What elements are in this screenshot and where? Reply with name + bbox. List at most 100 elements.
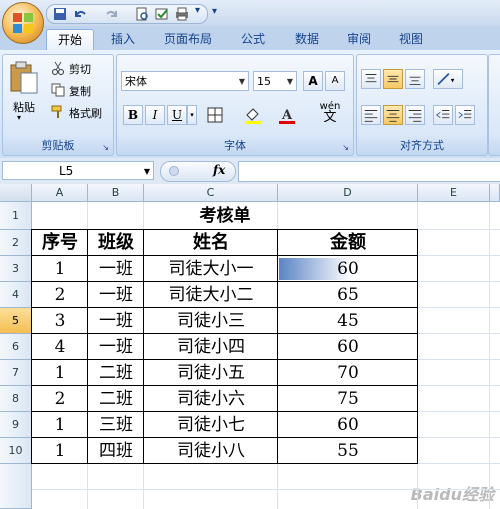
cell-cls[interactable]: 四班	[88, 438, 144, 464]
row-header-2[interactable]: 2	[0, 230, 32, 256]
cell-cls[interactable]: 三班	[88, 412, 144, 438]
italic-button[interactable]: I	[145, 105, 165, 125]
cell-no[interactable]: 1	[32, 360, 88, 386]
cell-name[interactable]: 司徒大小一	[144, 256, 278, 282]
font-color-icon[interactable]: A	[277, 105, 297, 125]
borders-icon[interactable]	[205, 105, 225, 125]
fill-color-icon[interactable]	[243, 105, 263, 125]
row-header-8[interactable]: 8	[0, 386, 32, 412]
cell-name[interactable]: 司徒小八	[144, 438, 278, 464]
row-header-4[interactable]: 4	[0, 282, 32, 308]
cell-amount[interactable]: 60	[278, 256, 418, 282]
orientation-icon[interactable]: ▾	[433, 69, 463, 89]
dialog-launcher-icon[interactable]: ↘	[102, 143, 109, 152]
cell-amount[interactable]: 55	[278, 438, 418, 464]
cut-button[interactable]: 剪切	[69, 61, 91, 77]
qat-customize-dropdown[interactable]: ▾	[195, 5, 200, 16]
office-button[interactable]	[2, 2, 44, 44]
grow-font-button[interactable]: A	[303, 71, 323, 91]
cut-icon[interactable]	[51, 61, 65, 75]
dialog-launcher-icon[interactable]: ↘	[342, 143, 349, 152]
cell-no[interactable]: 1	[32, 412, 88, 438]
cancel-formula-icon[interactable]	[169, 166, 179, 176]
cell-name[interactable]: 司徒小三	[144, 308, 278, 334]
column-header-d[interactable]: D	[278, 184, 418, 202]
copy-icon[interactable]	[51, 83, 65, 97]
cell-no[interactable]: 2	[32, 386, 88, 412]
cell-amount[interactable]: 60	[278, 412, 418, 438]
align-left-icon[interactable]	[361, 105, 381, 125]
name-box[interactable]: L5 ▼	[2, 161, 154, 180]
row-header-5[interactable]: 5	[0, 308, 32, 334]
font-name-select[interactable]: 宋体 ▼	[121, 71, 249, 91]
underline-button[interactable]: U	[167, 105, 187, 125]
align-center-icon[interactable]	[383, 105, 403, 125]
insert-function-button[interactable]: fx	[213, 163, 225, 177]
tab-insert[interactable]: 插入	[100, 29, 146, 50]
format-painter-icon[interactable]	[51, 105, 65, 119]
align-bottom-icon[interactable]	[405, 69, 425, 89]
decrease-indent-icon[interactable]	[433, 105, 453, 125]
paste-dropdown-icon[interactable]: ▾	[17, 113, 21, 122]
print-preview-icon[interactable]	[135, 7, 149, 21]
formula-input[interactable]	[238, 161, 500, 182]
paste-icon[interactable]	[9, 61, 39, 95]
column-header-a[interactable]: A	[32, 184, 88, 202]
tab-data[interactable]: 数据	[284, 29, 330, 50]
align-right-icon[interactable]	[405, 105, 425, 125]
cell-cls[interactable]: 二班	[88, 360, 144, 386]
row-header-1[interactable]: 1	[0, 202, 32, 230]
align-top-icon[interactable]	[361, 69, 381, 89]
cell-cls[interactable]: 二班	[88, 386, 144, 412]
cell-name[interactable]: 司徒小四	[144, 334, 278, 360]
cell-amount[interactable]: 60	[278, 334, 418, 360]
cell-cls[interactable]: 一班	[88, 334, 144, 360]
column-header-f[interactable]	[490, 184, 500, 202]
shrink-font-button[interactable]: A	[325, 71, 345, 91]
quick-print-icon[interactable]	[175, 7, 189, 21]
cell-no[interactable]: 1	[32, 256, 88, 282]
cell-name[interactable]: 司徒小六	[144, 386, 278, 412]
cell-name[interactable]: 司徒小五	[144, 360, 278, 386]
underline-dropdown-icon[interactable]: ▾	[187, 105, 197, 125]
qat-customize-icon[interactable]: ▾	[212, 6, 217, 17]
row-header-7[interactable]: 7	[0, 360, 32, 386]
cell-amount[interactable]: 65	[278, 282, 418, 308]
tab-view[interactable]: 视图	[388, 29, 434, 50]
font-size-select[interactable]: 15 ▼	[253, 71, 297, 91]
cell-amount[interactable]: 45	[278, 308, 418, 334]
increase-indent-icon[interactable]	[455, 105, 475, 125]
worksheet-grid[interactable]: A B C D E Baidu经验 1 2 3 4 5 6 7 8 9 10 考核单 序号 班级 姓名 金额…	[0, 184, 500, 509]
tab-review[interactable]: 审阅	[336, 29, 382, 50]
row-header-6[interactable]: 6	[0, 334, 32, 360]
bold-button[interactable]: B	[123, 105, 143, 125]
row-header-3[interactable]: 3	[0, 256, 32, 282]
tab-formulas[interactable]: 公式	[230, 29, 276, 50]
select-all-corner[interactable]	[0, 184, 32, 202]
cell-name[interactable]: 司徒小七	[144, 412, 278, 438]
redo-icon[interactable]	[105, 7, 119, 21]
align-middle-icon[interactable]	[383, 69, 403, 89]
tab-page-layout[interactable]: 页面布局	[156, 29, 220, 50]
column-header-e[interactable]: E	[418, 184, 490, 202]
cell-no[interactable]: 3	[32, 308, 88, 334]
undo-icon[interactable]	[73, 7, 87, 21]
cell-amount[interactable]: 75	[278, 386, 418, 412]
copy-button[interactable]: 复制	[69, 83, 91, 99]
cell-amount[interactable]: 70	[278, 360, 418, 386]
row-header-10[interactable]: 10	[0, 438, 32, 464]
column-header-c[interactable]: C	[144, 184, 278, 202]
save-icon[interactable]	[53, 7, 67, 21]
cell-cls[interactable]: 一班	[88, 282, 144, 308]
row-header-11[interactable]	[0, 464, 32, 509]
spelling-icon[interactable]	[155, 7, 169, 21]
cell-no[interactable]: 4	[32, 334, 88, 360]
phonetic-guide-button[interactable]: wén 文	[313, 101, 347, 127]
cell-no[interactable]: 1	[32, 438, 88, 464]
cell-cls[interactable]: 一班	[88, 308, 144, 334]
format-painter-button[interactable]: 格式刷	[69, 105, 102, 121]
column-header-b[interactable]: B	[88, 184, 144, 202]
cell-name[interactable]: 司徒大小二	[144, 282, 278, 308]
cell-no[interactable]: 2	[32, 282, 88, 308]
cell-cls[interactable]: 一班	[88, 256, 144, 282]
